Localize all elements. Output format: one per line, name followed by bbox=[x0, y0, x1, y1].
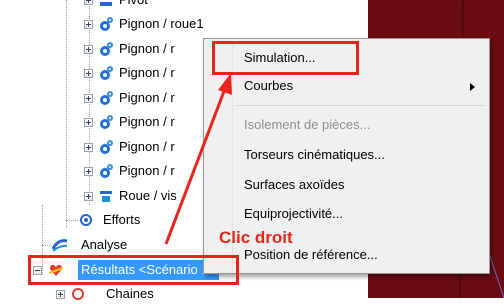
tree-item-label: Pignon / roue1 bbox=[119, 16, 204, 31]
roue-vis-icon bbox=[100, 191, 112, 202]
submenu-arrow-icon bbox=[470, 83, 475, 91]
tree-item-label: Pignon / r bbox=[119, 65, 175, 80]
highlight-resultats bbox=[28, 255, 239, 285]
menu-item-torseurs[interactable]: Torseurs cinématiques... bbox=[244, 144, 385, 166]
menu-item-courbes[interactable]: Courbes bbox=[244, 75, 293, 97]
expand-icon[interactable] bbox=[84, 0, 93, 5]
gear-pair-icon bbox=[100, 91, 113, 105]
tree-item-label: Efforts bbox=[103, 212, 141, 227]
menu-separator bbox=[236, 105, 485, 106]
tree-guide-line bbox=[42, 245, 52, 246]
tree-guide-line bbox=[66, 0, 67, 228]
efforts-icon bbox=[80, 214, 92, 226]
tree-item-label: Pignon / r bbox=[119, 114, 175, 129]
tree-item-label: Pignon / r bbox=[119, 41, 175, 56]
expand-icon[interactable] bbox=[84, 20, 93, 29]
tree-item-label: Pignon / r bbox=[119, 163, 175, 178]
tree-item-label: Analyse bbox=[81, 237, 128, 252]
gear-pair-icon bbox=[100, 164, 113, 178]
tree-item-label: Pivot bbox=[119, 0, 148, 10]
expand-icon[interactable] bbox=[84, 94, 93, 103]
gear-pair-icon bbox=[100, 66, 113, 80]
tree-item-label: Pignon / r bbox=[119, 90, 175, 105]
menu-item-isolement[interactable]: Isolement de pièces... bbox=[244, 114, 370, 136]
gear-pair-icon bbox=[100, 42, 113, 56]
menu-item-equiprojectivite[interactable]: Equiprojectivité... bbox=[244, 203, 343, 225]
chaines-icon bbox=[72, 288, 84, 300]
gear-pair-icon bbox=[100, 115, 113, 129]
pivot-icon bbox=[100, 2, 112, 6]
tree-item-label: Pignon / r bbox=[119, 139, 175, 154]
expand-icon[interactable] bbox=[84, 118, 93, 127]
highlight-simulation bbox=[212, 41, 359, 75]
expand-icon[interactable] bbox=[84, 143, 93, 152]
expand-icon[interactable] bbox=[84, 192, 93, 201]
tree-item-label: Roue / vis bbox=[119, 188, 177, 203]
tree-guide-line bbox=[66, 220, 78, 221]
expand-icon[interactable] bbox=[84, 69, 93, 78]
expand-icon[interactable] bbox=[84, 45, 93, 54]
annotation-clic-droit: Clic droit bbox=[219, 228, 293, 247]
menu-item-surfaces-axoides[interactable]: Surfaces axoïdes bbox=[244, 174, 344, 196]
expand-icon[interactable] bbox=[84, 167, 93, 176]
tree-item-label: Chaines bbox=[106, 286, 154, 301]
gear-pair-icon bbox=[100, 17, 113, 31]
analyse-icon bbox=[52, 239, 68, 252]
gear-pair-icon bbox=[100, 140, 113, 154]
